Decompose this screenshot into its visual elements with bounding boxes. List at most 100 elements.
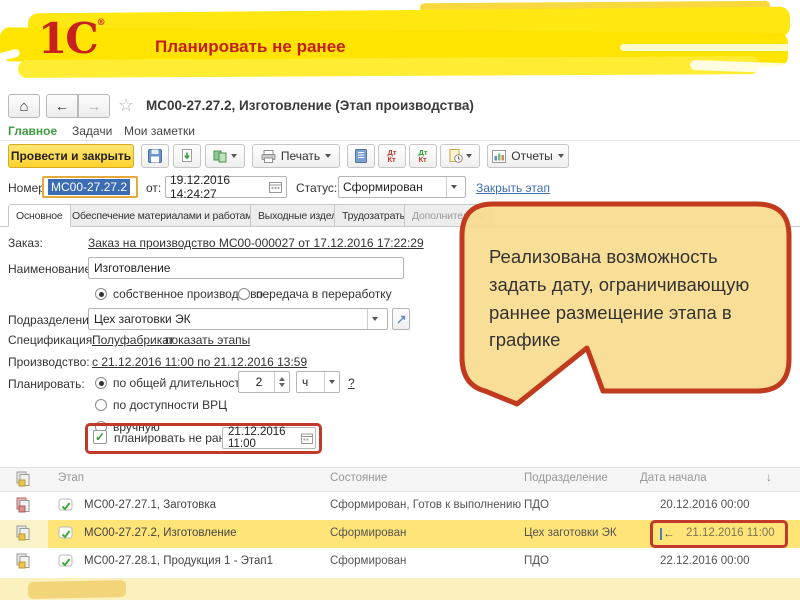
menu-main[interactable]: Главное xyxy=(8,124,57,138)
callout-bubble: Реализована возможность задать дату, огр… xyxy=(459,201,793,417)
cell-state: Сформирован, Готов к выполнению xyxy=(330,499,522,511)
cell-stage: МС00-27.27.1, Заготовка xyxy=(84,499,217,511)
production-period-link[interactable]: с 21.12.2016 11:00 по 21.12.2016 13:59 xyxy=(92,355,307,369)
tolling-radio[interactable] xyxy=(238,288,250,300)
order-label: Заказ: xyxy=(8,236,43,250)
copies-icon xyxy=(16,497,33,519)
date-input[interactable]: 19.12.2016 14:24:27 xyxy=(165,173,287,201)
based-on-icon xyxy=(213,150,227,162)
name-input[interactable]: Изготовление xyxy=(88,257,404,279)
cell-stage: МС00-27.27.2, Изготовление xyxy=(84,527,237,539)
status-label: Статус: xyxy=(296,181,338,195)
cell-department: ПДО xyxy=(524,555,549,567)
open-department-button[interactable] xyxy=(392,308,410,330)
print-button[interactable]: Печать xyxy=(252,144,340,168)
post-and-close-button[interactable]: Провести и закрыть xyxy=(8,144,134,168)
production-label: Производство: xyxy=(8,355,90,369)
floppy-icon xyxy=(148,149,162,163)
dtkt-plan-button[interactable]: Дт Кт xyxy=(409,144,437,168)
chevron-down-icon xyxy=(325,154,332,158)
from-label: от: xyxy=(146,181,162,195)
tab-main[interactable]: Основное xyxy=(8,204,71,227)
app-window: 1С® Планировать не ранее ⌂ ← → ☆ МС00-27… xyxy=(0,0,800,600)
home-button[interactable]: ⌂ xyxy=(8,94,40,118)
document-title: МС00-27.27.2, Изготовление (Этап произво… xyxy=(146,98,474,113)
calendar-icon[interactable] xyxy=(301,433,313,444)
chevron-down-icon xyxy=(451,185,457,189)
status-select[interactable]: Сформирован xyxy=(338,176,466,198)
not-earlier-checkbox[interactable]: ✓ xyxy=(93,430,107,444)
1c-logo: 1С® xyxy=(38,14,106,63)
menu-notes[interactable]: Мои заметки xyxy=(124,124,195,138)
column-header-start[interactable]: Дата начала xyxy=(640,472,707,484)
tolling-label: передача в переработку xyxy=(256,287,392,301)
document-clock-icon xyxy=(449,149,463,163)
dtkt-icon: Дт Кт xyxy=(387,148,397,164)
home-icon: ⌂ xyxy=(19,97,29,115)
department-select[interactable]: Цех заготовки ЭК xyxy=(88,308,388,330)
reports-button[interactable]: Отчеты xyxy=(487,144,569,168)
number-input[interactable]: МС00-27.27.2 xyxy=(42,176,138,198)
reports-label: Отчеты xyxy=(511,149,553,163)
callout-text: Реализована возможность задать дату, огр… xyxy=(489,246,750,351)
number-value: МС00-27.27.2 xyxy=(48,179,131,195)
unit-select[interactable]: ч xyxy=(296,371,340,393)
copies-icon xyxy=(16,553,33,575)
column-header-stage[interactable]: Этап xyxy=(58,472,84,484)
favorite-star-icon[interactable]: ☆ xyxy=(118,95,134,116)
close-stage-link[interactable]: Закрыть этап xyxy=(476,181,550,195)
cell-start: 20.12.2016 00:00 xyxy=(660,499,750,511)
copies-icon xyxy=(16,471,33,493)
table-row[interactable]: МС00-27.28.1, Продукция 1 - Этап1 Сформи… xyxy=(0,548,800,576)
document-history-button[interactable] xyxy=(440,144,480,168)
cell-department: Цех заготовки ЭК xyxy=(524,527,617,539)
tab-materials[interactable]: Обеспечение материалами и работами (2) xyxy=(64,204,281,227)
calendar-icon[interactable] xyxy=(269,181,282,193)
select-dropdown[interactable] xyxy=(367,309,382,329)
not-earlier-date-input[interactable]: 21.12.2016 11:00 xyxy=(222,426,316,450)
printer-icon xyxy=(261,149,276,163)
dtkt-entries-button[interactable]: Дт Кт xyxy=(378,144,406,168)
show-stages-link[interactable]: показать этапы xyxy=(165,333,250,347)
step-up-icon xyxy=(279,377,285,381)
select-dropdown[interactable] xyxy=(324,372,339,392)
back-button[interactable]: ← xyxy=(46,94,78,118)
by-wrc-radio[interactable] xyxy=(95,399,107,411)
spec-link[interactable]: Полуфабрикат xyxy=(92,333,174,347)
forward-button[interactable]: → xyxy=(78,94,110,118)
menu-tasks[interactable]: Задачи xyxy=(72,124,112,138)
left-bound-arrow-icon: ← xyxy=(660,528,675,540)
save-button[interactable] xyxy=(141,144,169,168)
duration-stepper[interactable]: 2 xyxy=(238,371,290,393)
order-link[interactable]: Заказ на производство МС00-000027 от 17.… xyxy=(88,236,424,250)
stepper-arrows[interactable] xyxy=(274,372,289,392)
not-earlier-date-value: 21.12.2016 11:00 xyxy=(228,426,286,450)
department-label: Подразделение: xyxy=(8,313,99,327)
own-production-radio[interactable] xyxy=(95,288,107,300)
document-check-icon xyxy=(58,526,73,546)
by-duration-label: по общей длительности xyxy=(113,376,247,390)
cell-state: Сформирован xyxy=(330,555,407,567)
date-value: 19.12.2016 14:24:27 xyxy=(170,173,231,201)
select-dropdown[interactable] xyxy=(446,177,461,197)
highlighter-gap xyxy=(620,44,800,51)
registered-mark: ® xyxy=(96,18,106,28)
register-records-button[interactable] xyxy=(347,144,375,168)
column-header-state[interactable]: Состояние xyxy=(330,472,387,484)
help-link[interactable]: ? xyxy=(348,376,355,390)
post-document-button[interactable] xyxy=(173,144,201,168)
cell-department: ПДО xyxy=(524,499,549,511)
bottom-highlighter-patch xyxy=(27,579,127,600)
document-check-icon xyxy=(58,554,73,574)
create-based-on-button[interactable] xyxy=(205,144,245,168)
spec-label: Спецификация: xyxy=(8,333,96,347)
unit-value: ч xyxy=(302,375,309,389)
column-header-department[interactable]: Подразделение xyxy=(524,472,608,484)
table-row-current[interactable]: МС00-27.27.2, Изготовление Сформирован Ц… xyxy=(0,520,800,548)
back-icon: ← xyxy=(55,98,69,114)
by-duration-radio[interactable] xyxy=(95,377,107,389)
by-wrc-label: по доступности ВРЦ xyxy=(113,398,228,412)
chevron-down-icon xyxy=(329,380,335,384)
table-row[interactable]: МС00-27.27.1, Заготовка Сформирован, Гот… xyxy=(0,492,800,520)
not-earlier-label: планировать не ранее xyxy=(114,431,239,445)
